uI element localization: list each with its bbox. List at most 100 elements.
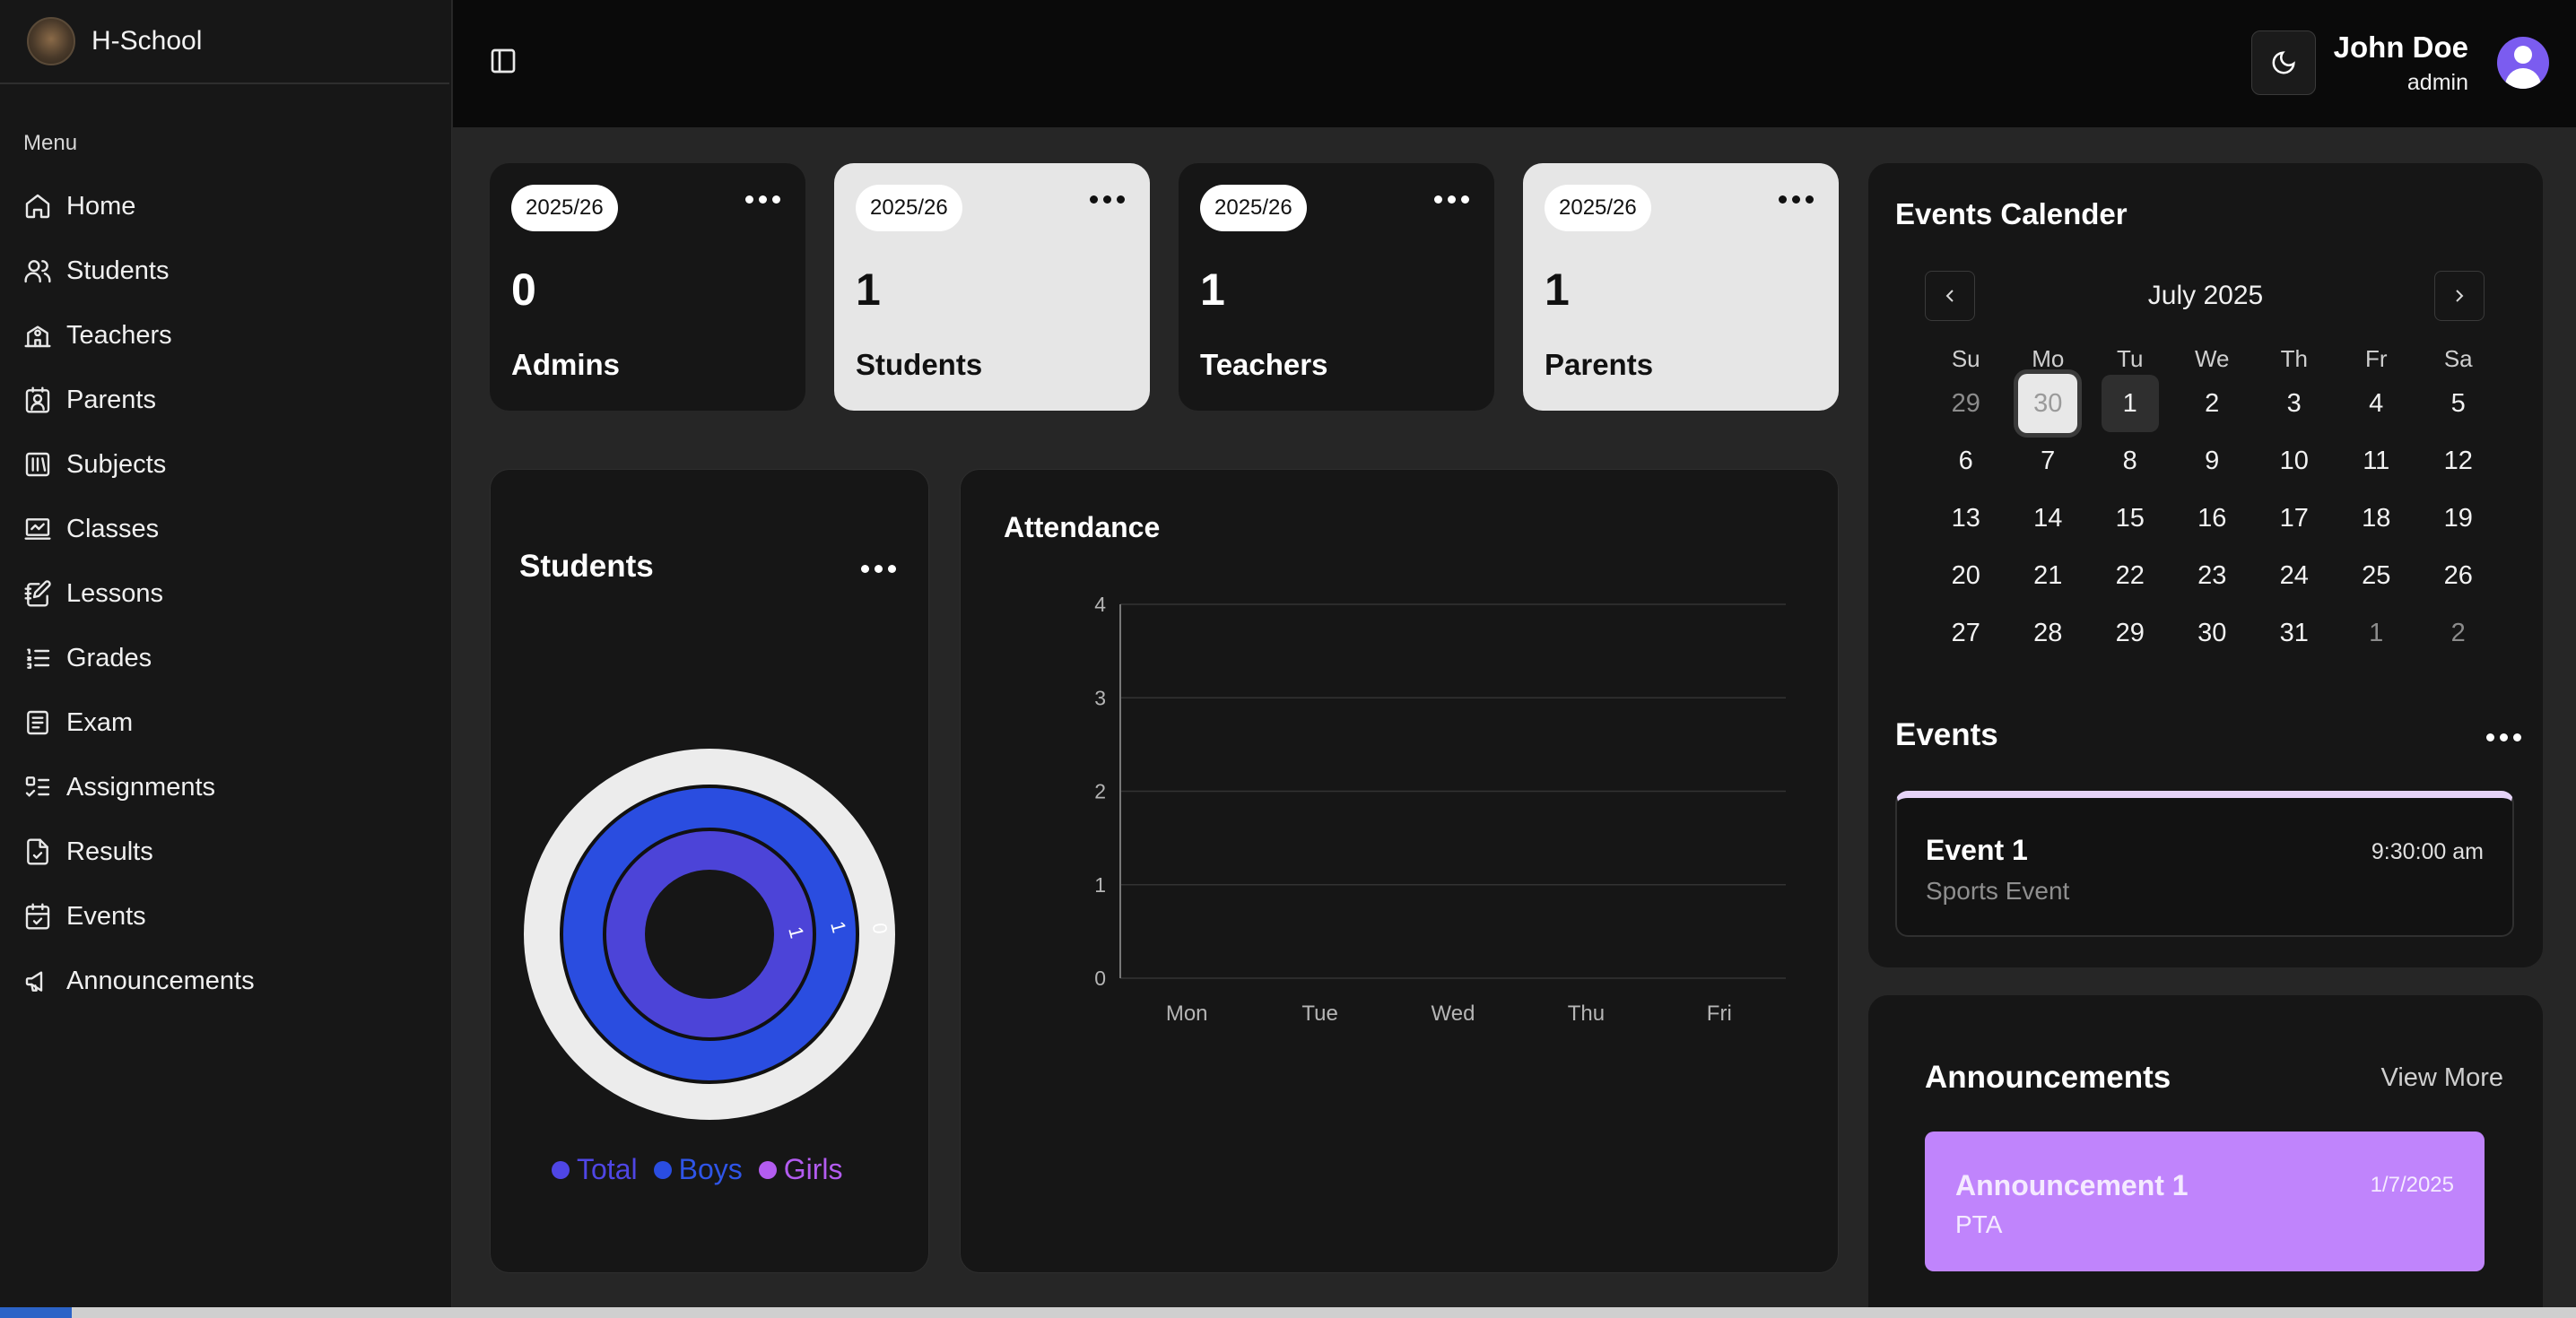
- sidebar-item-lessons[interactable]: Lessons: [0, 561, 451, 626]
- sidebar-item-label: Subjects: [66, 449, 167, 479]
- calendar-day[interactable]: 2: [2417, 604, 2500, 662]
- sidebar-item-events[interactable]: Events: [0, 884, 451, 949]
- calendar-day-number: 4: [2369, 388, 2384, 418]
- calendar-day[interactable]: 13: [1925, 490, 2007, 547]
- calendar-day-number: 27: [1951, 618, 1980, 647]
- calendar-day[interactable]: 1: [2089, 375, 2171, 432]
- students-chart-legend: Total Boys Girls: [552, 1153, 843, 1186]
- calendar-day-number: 24: [2279, 560, 2309, 590]
- stat-label: Students: [856, 348, 983, 381]
- sidebar-item-label: Classes: [66, 514, 160, 543]
- user-avatar[interactable]: [2497, 37, 2549, 89]
- sidebar-item-label: Parents: [66, 385, 156, 414]
- calendar-day[interactable]: 20: [1925, 547, 2007, 604]
- calendar-day[interactable]: 7: [2007, 432, 2090, 490]
- calendar-day[interactable]: 30: [2171, 604, 2254, 662]
- calendar-day-number: 30: [2197, 618, 2227, 647]
- ring-label-girls: 0: [868, 922, 892, 934]
- brand[interactable]: H-School: [0, 0, 449, 84]
- sidebar-toggle-button[interactable]: [489, 47, 535, 79]
- calendar-day[interactable]: 12: [2417, 432, 2500, 490]
- calendar-day-number: 5: [2450, 388, 2466, 418]
- event-card[interactable]: Event 1 9:30:00 am Sports Event: [1895, 791, 2514, 937]
- calendar-day[interactable]: 5: [2417, 375, 2500, 432]
- brand-name: H-School: [91, 26, 203, 56]
- announcements-title: Announcements: [1925, 1060, 2171, 1095]
- list-todo-icon: [25, 776, 50, 797]
- more-options-icon[interactable]: [2486, 733, 2521, 741]
- calendar-day-number: 17: [2279, 503, 2309, 533]
- legend-item-boys[interactable]: Boys: [653, 1153, 743, 1186]
- more-options-icon[interactable]: [861, 565, 896, 573]
- calendar-day-number: 29: [1951, 388, 1980, 418]
- window-bottom-strip: [0, 1307, 2576, 1318]
- users-icon: [24, 260, 51, 283]
- calendar-day[interactable]: 29: [2089, 604, 2171, 662]
- sidebar-item-classes[interactable]: Classes: [0, 497, 451, 561]
- calendar-day[interactable]: 11: [2336, 432, 2418, 490]
- calendar-day[interactable]: 24: [2253, 547, 2336, 604]
- sidebar-item-teachers[interactable]: Teachers: [0, 303, 451, 368]
- sidebar-item-parents[interactable]: Parents: [0, 368, 451, 432]
- calendar-day[interactable]: 31: [2253, 604, 2336, 662]
- sidebar-item-subjects[interactable]: Subjects: [0, 432, 451, 497]
- calendar-day[interactable]: 4: [2336, 375, 2418, 432]
- sidebar-item-label: Announcements: [66, 966, 255, 995]
- calendar-day[interactable]: 18: [2336, 490, 2418, 547]
- event-name: Event 1: [1926, 834, 2028, 866]
- user-info[interactable]: John Doe admin: [2334, 30, 2468, 96]
- stat-count: 0: [511, 264, 536, 315]
- sidebar-item-assignments[interactable]: Assignments: [0, 755, 451, 819]
- calendar-next-button[interactable]: [2434, 271, 2485, 321]
- sidebar-item-grades[interactable]: Grades: [0, 626, 451, 690]
- calendar-day-number: 10: [2279, 446, 2309, 475]
- calendar-day-number: 30: [2018, 374, 2078, 433]
- view-more-link[interactable]: View More: [2381, 1063, 2503, 1093]
- sidebar-item-label: Lessons: [66, 578, 164, 608]
- calendar-day[interactable]: 6: [1925, 432, 2007, 490]
- calendar-day[interactable]: 14: [2007, 490, 2090, 547]
- calendar-day[interactable]: 15: [2089, 490, 2171, 547]
- legend-item-total[interactable]: Total: [552, 1153, 638, 1186]
- calendar-day[interactable]: 10: [2253, 432, 2336, 490]
- announcement-card[interactable]: Announcement 1 1/7/2025 PTA: [1925, 1132, 2485, 1271]
- announcement-name: Announcement 1: [1955, 1169, 2189, 1201]
- calendar-day-number: 1: [2101, 375, 2159, 432]
- calendar-day[interactable]: 26: [2417, 547, 2500, 604]
- more-options-icon[interactable]: [1779, 195, 1814, 204]
- calendar-day[interactable]: 25: [2336, 547, 2418, 604]
- calendar-day[interactable]: 27: [1925, 604, 2007, 662]
- calendar-day[interactable]: 29: [1925, 375, 2007, 432]
- year-badge: 2025/26: [1200, 185, 1307, 231]
- calendar-day[interactable]: 17: [2253, 490, 2336, 547]
- sidebar-item-results[interactable]: Results: [0, 819, 451, 884]
- legend-item-girls[interactable]: Girls: [758, 1153, 843, 1186]
- sidebar-item-exam[interactable]: Exam: [0, 690, 451, 755]
- announcement-description: PTA: [1955, 1210, 2003, 1238]
- calendar-day[interactable]: 2: [2171, 375, 2254, 432]
- calendar-day-number: 26: [2443, 560, 2473, 590]
- calendar-day[interactable]: 28: [2007, 604, 2090, 662]
- calendar-day[interactable]: 19: [2417, 490, 2500, 547]
- sidebar-item-home[interactable]: Home: [0, 174, 451, 238]
- calendar-day[interactable]: 23: [2171, 547, 2254, 604]
- calendar-day[interactable]: 3: [2253, 375, 2336, 432]
- calendar-day[interactable]: 8: [2089, 432, 2171, 490]
- calendar-day[interactable]: 22: [2089, 547, 2171, 604]
- calendar-day[interactable]: 21: [2007, 547, 2090, 604]
- theme-toggle-button[interactable]: [2251, 30, 2316, 95]
- sidebar-item-label: Exam: [66, 707, 134, 737]
- more-options-icon[interactable]: [1090, 195, 1125, 204]
- calendar-weekday: Su: [1951, 344, 1980, 372]
- legend-label: Total: [577, 1153, 638, 1185]
- more-options-icon[interactable]: [1434, 195, 1469, 204]
- sidebar-item-students[interactable]: Students: [0, 238, 451, 303]
- sidebar-item-announcements[interactable]: Announcements: [0, 949, 451, 1013]
- calendar-day[interactable]: 9: [2171, 432, 2254, 490]
- calendar-day[interactable]: 30: [2007, 374, 2090, 433]
- more-options-icon[interactable]: [745, 195, 780, 204]
- school-icon: [24, 325, 51, 348]
- calendar-day[interactable]: 16: [2171, 490, 2254, 547]
- x-tick-label: Fri: [1707, 1002, 1732, 1026]
- calendar-day[interactable]: 1: [2336, 604, 2418, 662]
